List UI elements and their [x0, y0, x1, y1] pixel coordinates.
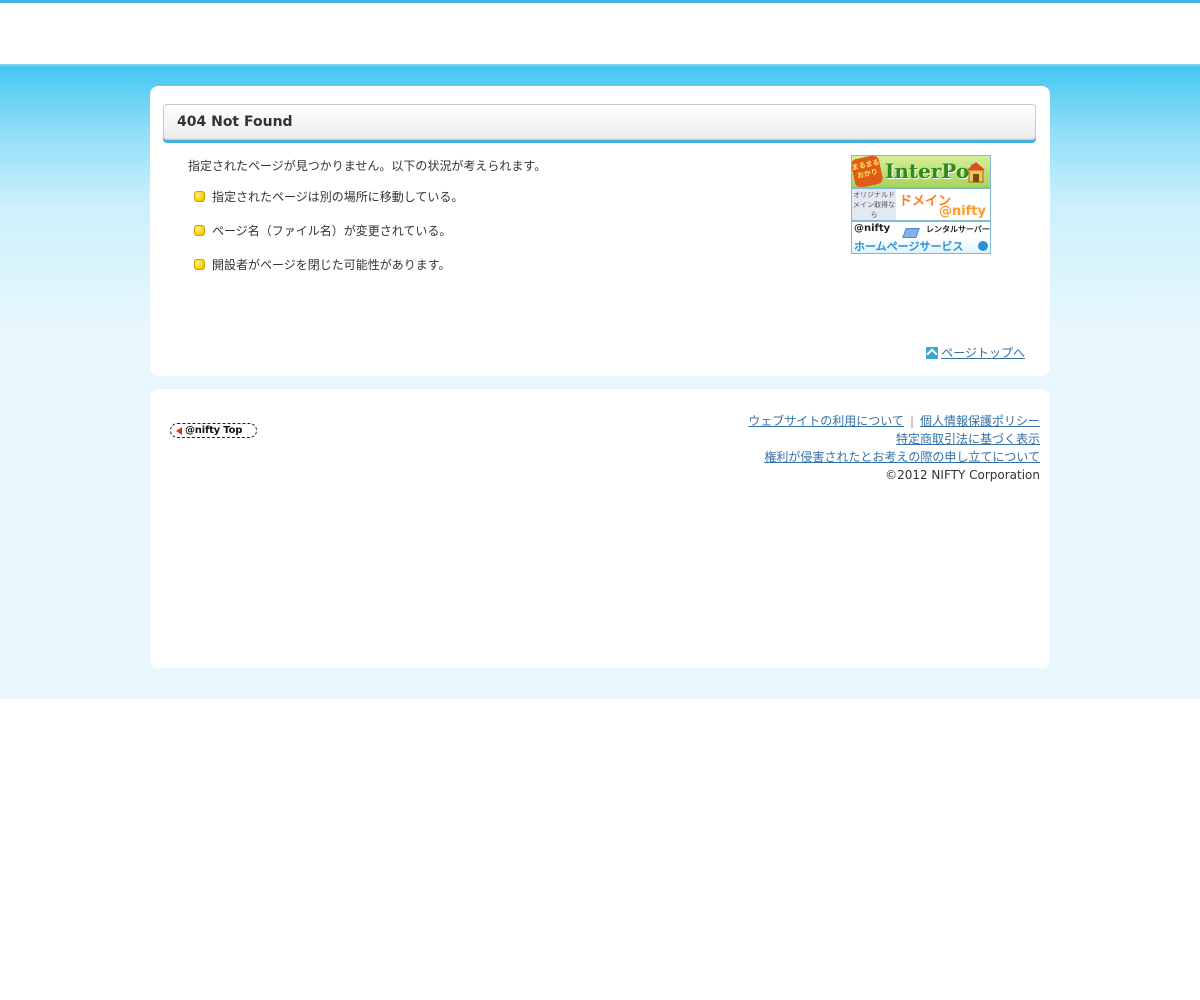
website-use-link[interactable]: ウェブサイトの利用について [748, 414, 904, 428]
list-item: 指定されたページは別の場所に移動している。 [194, 190, 463, 224]
ad-banners: まるまるおかり InterPot オリジナルドメイン取得なら ドメイン @nif… [851, 155, 991, 254]
commerce-law-link[interactable]: 特定商取引法に基づく表示 [896, 432, 1040, 446]
nifty-top-button[interactable]: @nifty Top [170, 423, 257, 438]
homepage-nifty-logo: @nifty [854, 223, 891, 234]
bullet-icon [194, 191, 205, 202]
page-top-link[interactable]: ページトップへ [926, 344, 1025, 361]
homepage-headline: ホームページサービス [854, 240, 964, 253]
copyright: ©2012 NIFTY Corporation [885, 468, 1040, 482]
reason-text: 指定されたページは別の場所に移動している。 [212, 190, 464, 204]
cube-icon [902, 228, 920, 238]
reason-list: 指定されたページは別の場所に移動している。 ページ名（ファイル名）が変更されてい… [194, 190, 463, 292]
arrow-up-icon [926, 346, 939, 359]
homepage-banner[interactable]: @nifty レンタルサーバー ホームページサービス [851, 221, 991, 254]
triangle-left-icon [176, 426, 182, 435]
domain-banner[interactable]: オリジナルドメイン取得なら ドメイン @nifty [851, 188, 991, 221]
homepage-subtitle: レンタルサーバー [926, 225, 990, 234]
rights-infringement-link[interactable]: 権利が侵害されたとお考えの際の申し立てについて [764, 450, 1040, 464]
intro-text: 指定されたページが見つかりません。以下の状況が考えられます。 [188, 159, 547, 173]
page-title: 404 Not Found [177, 114, 293, 130]
footer-panel: @nifty Top ウェブサイトの利用について | 個人情報保護ポリシー 特定商取… [150, 389, 1050, 668]
house-icon [967, 162, 985, 183]
bullet-icon [194, 225, 205, 236]
bullet-icon [194, 259, 205, 270]
footer-row-2: 特定商取引法に基づく表示 [748, 430, 1040, 448]
list-item: ページ名（ファイル名）が変更されている。 [194, 224, 463, 258]
list-item: 開設者がページを閉じた可能性があります。 [194, 258, 463, 292]
interpot-banner[interactable]: まるまるおかり InterPot [851, 155, 991, 188]
title-bar: 404 Not Found [163, 104, 1036, 140]
domain-nifty-logo: @nifty [938, 204, 986, 219]
interpot-tag: まるまるおかり [852, 156, 884, 187]
privacy-policy-link[interactable]: 個人情報保護ポリシー [920, 414, 1040, 428]
domain-left-text: オリジナルドメイン取得なら [852, 189, 896, 220]
top-accent-bar [0, 0, 1200, 3]
nifty-top-label: @nifty Top [185, 425, 243, 436]
reason-text: ページ名（ファイル名）が変更されている。 [212, 224, 452, 238]
link-separator: | [909, 414, 914, 428]
footer-row-1: ウェブサイトの利用について | 個人情報保護ポリシー [748, 412, 1040, 430]
reason-text: 開設者がページを閉じた可能性があります。 [212, 258, 451, 272]
page-top-label[interactable]: ページトップへ [941, 344, 1025, 361]
main-panel: 404 Not Found 指定されたページが見つかりません。以下の状況が考えら… [150, 86, 1050, 376]
interpot-logo: InterPot [885, 159, 979, 183]
footer-links: ウェブサイトの利用について | 個人情報保護ポリシー 特定商取引法に基づく表示 権利… [748, 412, 1040, 484]
home-icon [978, 241, 988, 251]
footer-row-3: 権利が侵害されたとお考えの際の申し立てについて [748, 448, 1040, 466]
